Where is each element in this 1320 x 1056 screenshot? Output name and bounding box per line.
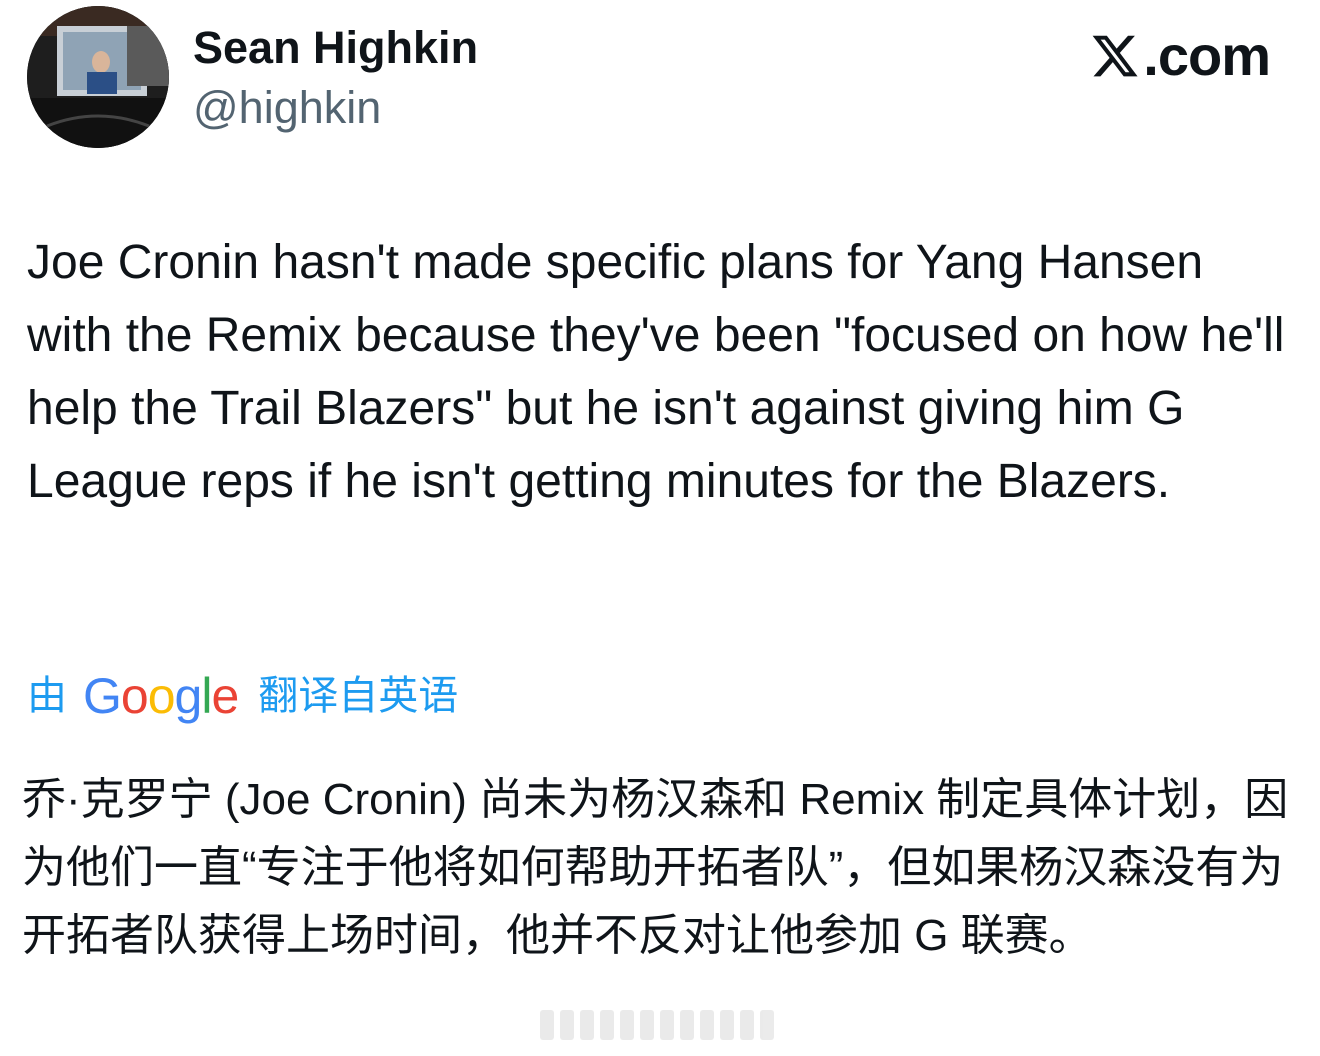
avatar[interactable]: [27, 6, 169, 148]
watermark: [540, 1010, 774, 1046]
google-letter: G: [83, 668, 122, 724]
google-letter: o: [147, 668, 176, 724]
translated-by-label: 由: [27, 674, 67, 718]
google-letter: e: [211, 668, 239, 724]
translation-attribution[interactable]: 由 Google 翻译自英语: [27, 666, 458, 726]
google-letter: o: [120, 668, 149, 724]
x-com-label: .com: [1143, 24, 1271, 87]
x-logo-icon: [1092, 35, 1138, 77]
user-handle[interactable]: @highkin: [193, 80, 381, 136]
avatar-photo: [27, 6, 169, 148]
google-letter: l: [201, 668, 212, 724]
translated-from-label: 翻译自英语: [258, 674, 459, 718]
translated-tweet-text: 乔·克罗宁 (Joe Cronin) 尚未为杨汉森和 Remix 制定具体计划，…: [22, 775, 1289, 960]
display-name[interactable]: Sean Highkin: [193, 20, 478, 76]
google-logo: Google: [83, 666, 239, 726]
tweet-text: Joe Cronin hasn't made specific plans fo…: [27, 236, 1285, 508]
x-com-brand[interactable]: .com: [1089, 24, 1271, 87]
google-letter: g: [174, 668, 203, 724]
